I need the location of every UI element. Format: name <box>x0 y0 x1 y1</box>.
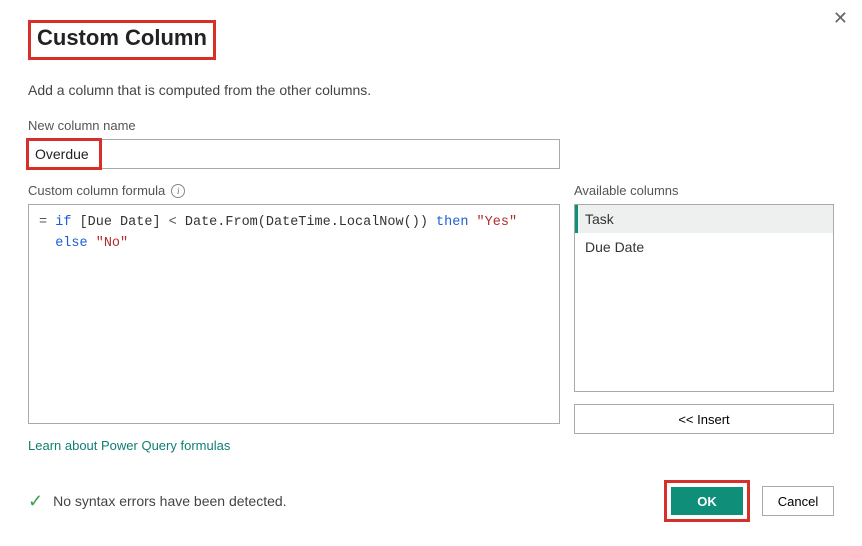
learn-link[interactable]: Learn about Power Query formulas <box>28 438 230 453</box>
ok-highlight: OK <box>664 480 750 522</box>
cancel-button[interactable]: Cancel <box>762 486 834 516</box>
formula-label: Custom column formula <box>28 183 165 198</box>
available-columns-label: Available columns <box>574 183 834 198</box>
ok-button[interactable]: OK <box>671 487 743 515</box>
check-icon: ✓ <box>28 491 43 512</box>
available-column-item[interactable]: Task <box>575 205 833 233</box>
column-name-label: New column name <box>28 118 834 133</box>
insert-button[interactable]: << Insert <box>574 404 834 434</box>
formula-editor[interactable]: = if [Due Date] < Date.From(DateTime.Loc… <box>28 204 560 424</box>
status-message: ✓ No syntax errors have been detected. <box>28 491 287 512</box>
status-text: No syntax errors have been detected. <box>53 493 286 509</box>
available-column-item[interactable]: Due Date <box>575 233 833 261</box>
title-highlight: Custom Column <box>28 20 216 60</box>
column-name-input[interactable] <box>28 139 560 169</box>
close-icon[interactable]: ✕ <box>833 8 848 29</box>
dialog-subtitle: Add a column that is computed from the o… <box>28 82 834 98</box>
info-icon[interactable]: i <box>171 184 185 198</box>
dialog-title: Custom Column <box>37 25 207 51</box>
available-columns-list[interactable]: Task Due Date <box>574 204 834 392</box>
